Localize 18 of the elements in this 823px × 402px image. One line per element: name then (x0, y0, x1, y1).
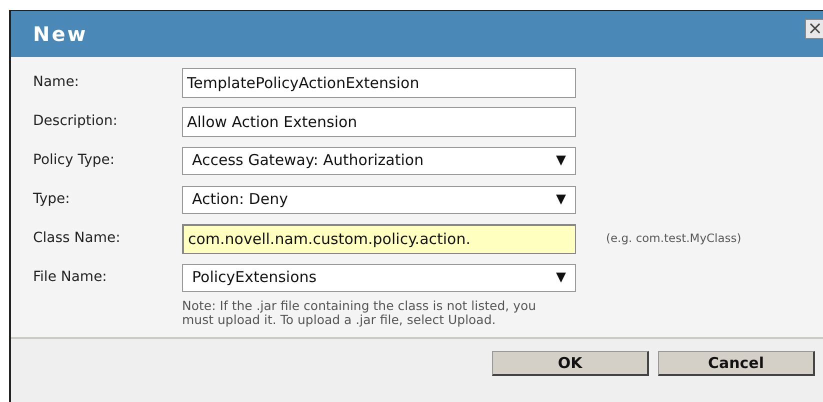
close-button[interactable]: × (805, 19, 823, 39)
text-field[interactable]: com.novell.nam.custom.policy.action. (182, 224, 576, 254)
field-label: Policy Type: (33, 151, 116, 170)
dropdown[interactable]: Action: Deny ▼ (182, 186, 576, 214)
field-label: Name: (33, 73, 80, 92)
hint-text: (e.g. com.test.MyClass) (606, 230, 742, 247)
window-title: New (33, 21, 88, 48)
field-label: File Name: (33, 268, 108, 287)
note-text: Note: If the .jar file containing the class is not listed, you must upload it. To upload a .jar file, select Upload. (182, 299, 538, 327)
dropdown[interactable]: PolicyExtensions ▼ (182, 264, 576, 292)
field-label: Description: (33, 112, 118, 131)
field-label: Class Name: (33, 229, 122, 248)
text-field[interactable]: Allow Action Extension (182, 106, 576, 136)
text-field[interactable]: TemplatePolicyActionExtension (182, 68, 576, 98)
dropdown[interactable]: Access Gateway: Authorization ▼ (182, 146, 576, 174)
dialog-button[interactable]: OK (492, 351, 649, 376)
field-label: Type: (33, 190, 71, 209)
dialog-button[interactable]: Cancel (658, 351, 815, 376)
